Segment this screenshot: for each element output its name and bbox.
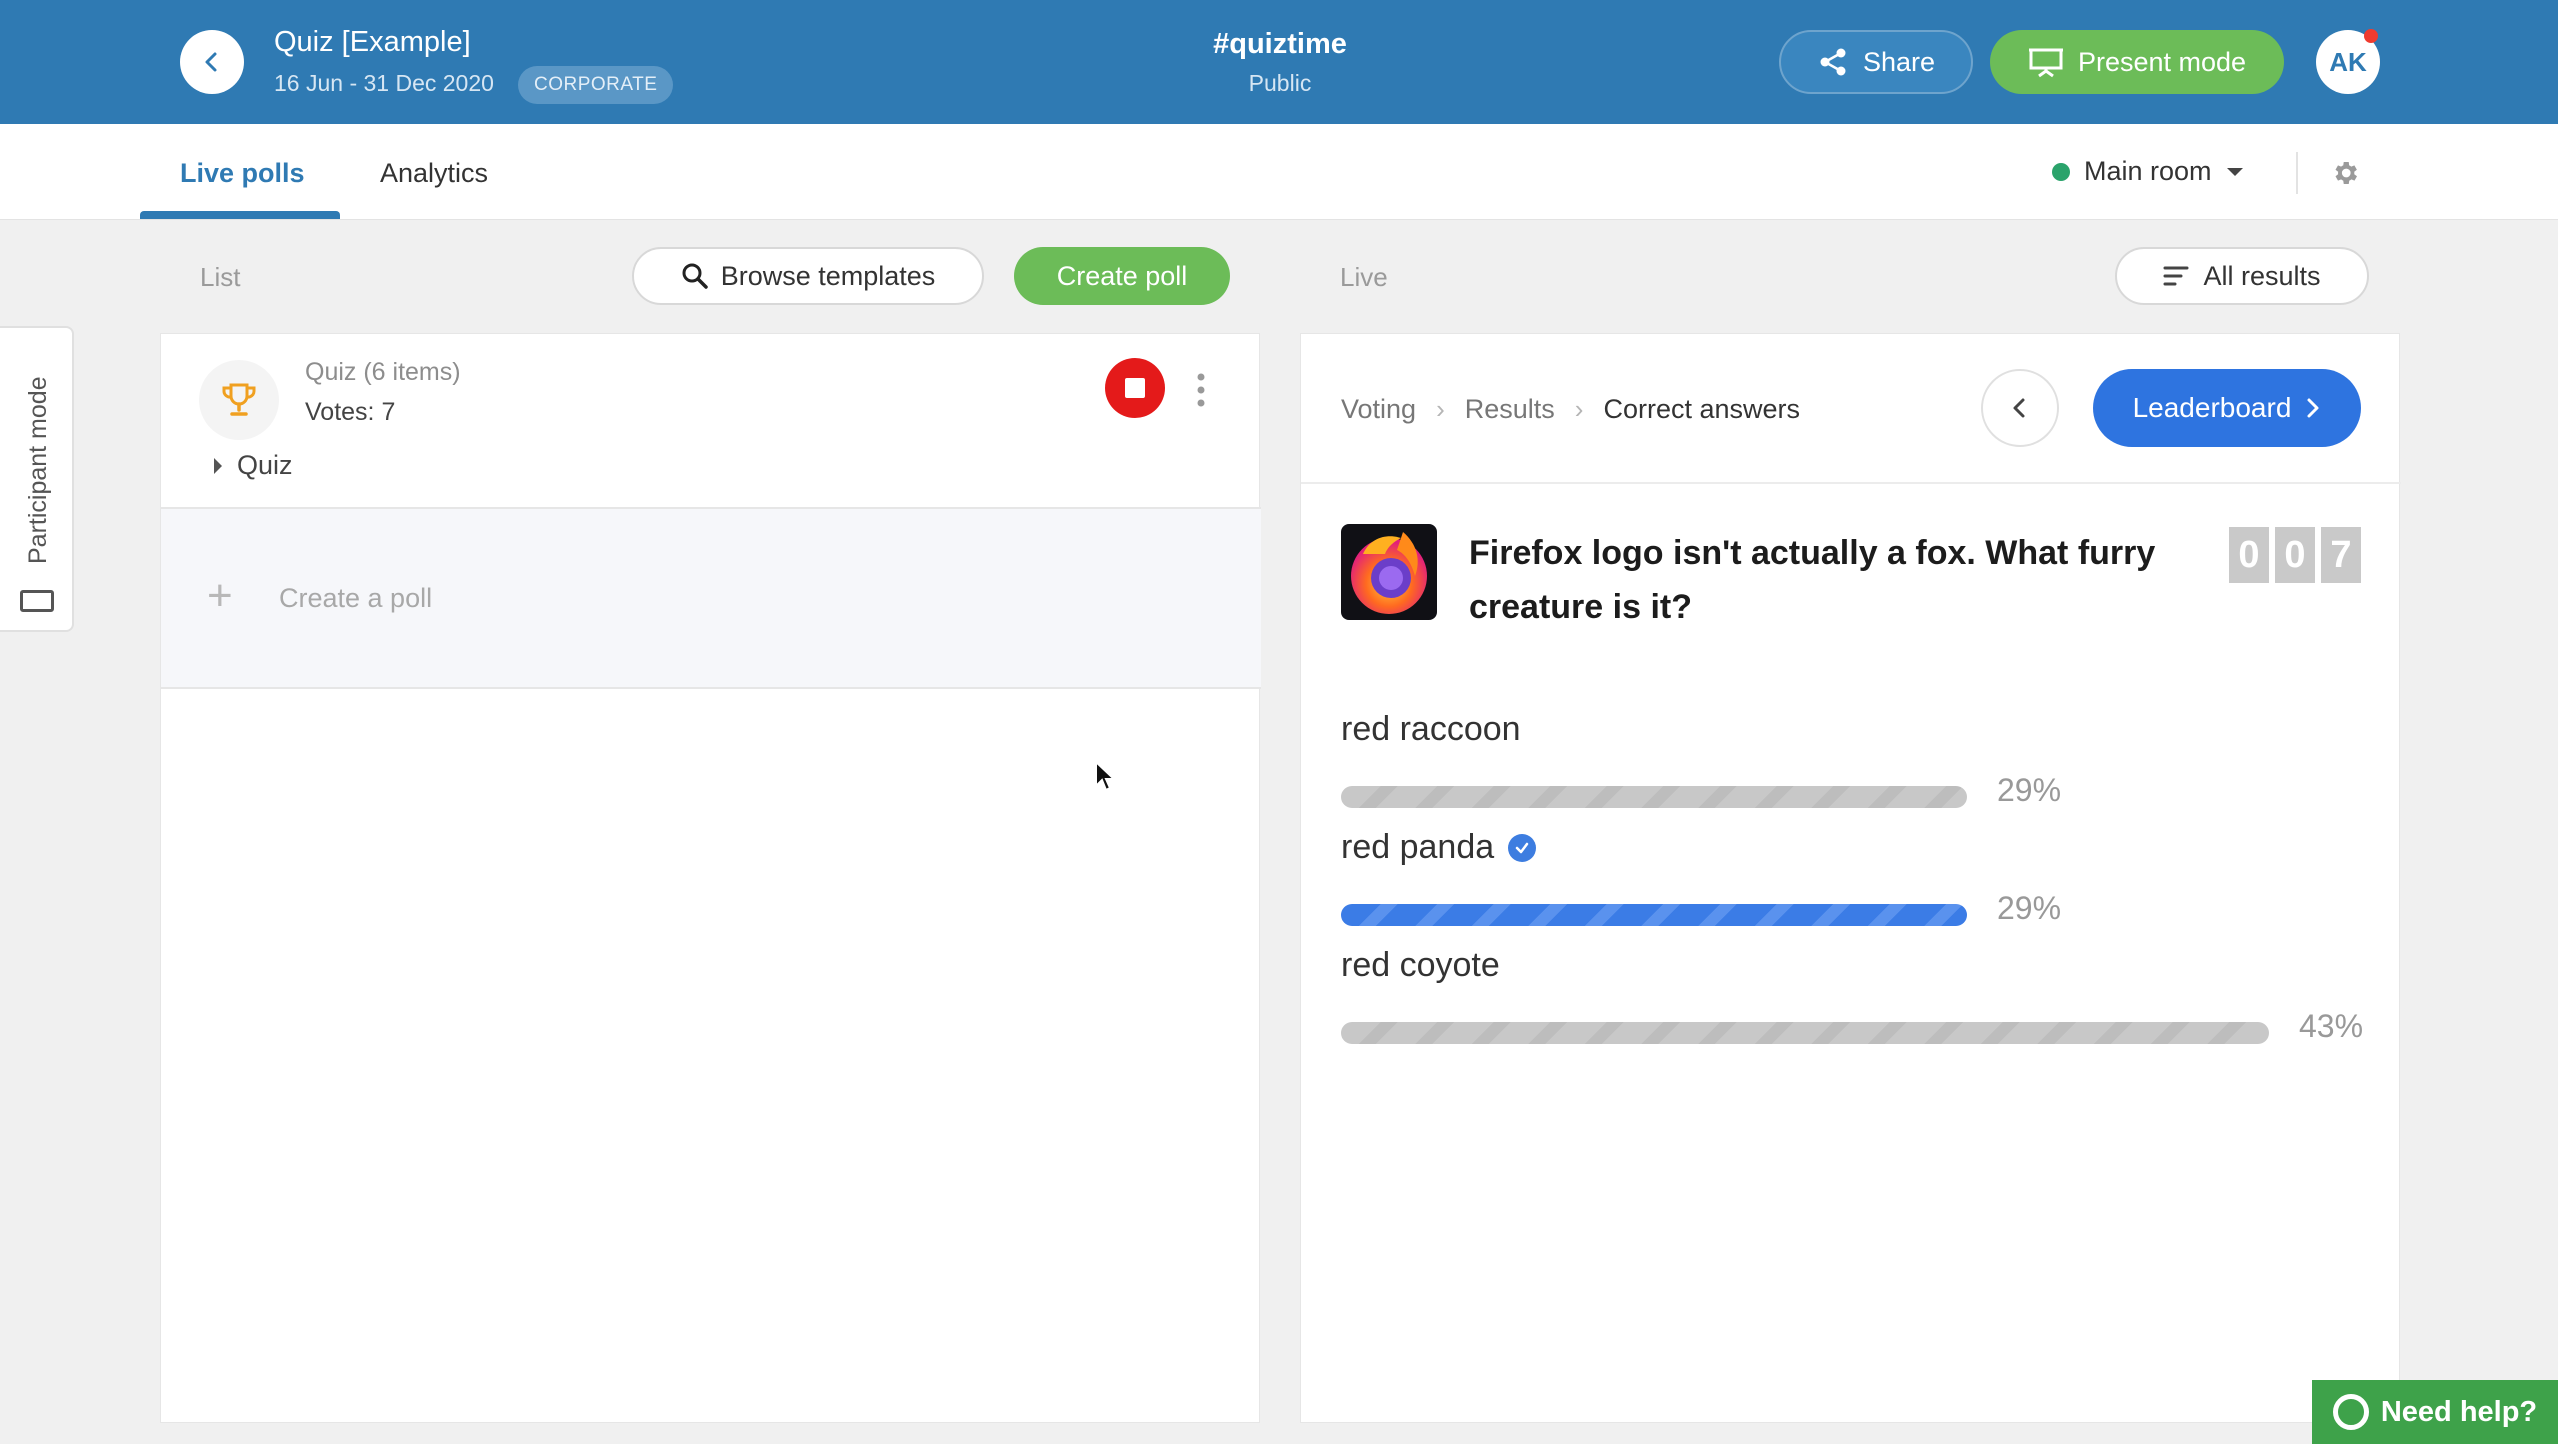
mouse-cursor-icon xyxy=(1095,760,1116,792)
notification-dot xyxy=(2364,29,2378,43)
caret-right-icon xyxy=(214,457,222,474)
presentation-icon xyxy=(2028,48,2063,78)
countdown-timer: 0 0 7 xyxy=(2229,527,2361,583)
previous-button[interactable] xyxy=(1981,369,2059,447)
chevron-right-icon: › xyxy=(1436,394,1445,424)
question-text: Firefox logo isn't actually a fox. What … xyxy=(1469,534,2156,626)
tab-live-polls[interactable]: Live polls xyxy=(180,158,305,189)
answer-label: red panda xyxy=(1341,828,2361,867)
all-results-label: All results xyxy=(2203,260,2321,291)
answer-label: red raccoon xyxy=(1341,710,2361,749)
answer-option: red raccoon 29% xyxy=(1341,710,2361,808)
timer-digit: 7 xyxy=(2321,527,2361,583)
poll-group-toggle[interactable]: Quiz xyxy=(213,450,293,481)
chevron-left-icon xyxy=(2013,398,2025,418)
tab-divider xyxy=(2296,152,2298,194)
live-panel: Voting › Results › Correct answers Leade… xyxy=(1300,333,2401,1423)
live-section-label: Live xyxy=(1340,262,1388,292)
poll-list-panel: Quiz (6 items) Votes: 7 Quiz + Create a … xyxy=(160,333,1261,1423)
leaderboard-button[interactable]: Leaderboard xyxy=(2093,369,2361,447)
back-button[interactable] xyxy=(180,30,244,94)
answer-result: 29% xyxy=(1341,772,2361,812)
event-hashtag: #quiztime xyxy=(1213,28,1347,60)
chat-bubble-icon xyxy=(2332,1394,2369,1430)
poll-list-item[interactable]: Quiz (6 items) Votes: 7 Quiz xyxy=(161,334,1261,509)
poll-type-label: Quiz (6 items) xyxy=(305,358,461,386)
timer-digit: 0 xyxy=(2229,527,2269,583)
event-visibility: Public xyxy=(1248,70,1312,96)
crumb-correct-answers[interactable]: Correct answers xyxy=(1603,394,1800,425)
present-mode-button[interactable]: Present mode xyxy=(1990,30,2284,94)
create-poll-row[interactable]: + Create a poll xyxy=(161,509,1261,689)
need-help-label: Need help? xyxy=(2380,1395,2538,1428)
question-image xyxy=(1341,524,1437,620)
answer-result: 43% xyxy=(1341,1008,2364,1048)
live-panel-divider xyxy=(1301,482,2401,484)
plan-badge: CORPORATE xyxy=(518,66,674,104)
answer-percent: 29% xyxy=(1997,772,2062,808)
poll-group-label: Quiz xyxy=(237,450,293,480)
event-title: Quiz [Example] xyxy=(274,26,471,58)
present-mode-label: Present mode xyxy=(2077,46,2247,77)
tab-bar: Live polls Analytics Main room xyxy=(0,124,2558,220)
stop-poll-button[interactable] xyxy=(1105,358,1165,418)
poll-votes-count: Votes: 7 xyxy=(305,398,396,426)
share-label: Share xyxy=(1862,46,1936,77)
browse-templates-button[interactable]: Browse templates xyxy=(632,247,984,305)
more-vertical-icon[interactable] xyxy=(1191,370,1211,410)
crumb-voting[interactable]: Voting xyxy=(1341,394,1416,425)
answer-percent: 43% xyxy=(2299,1008,2364,1044)
list-section-label: List xyxy=(200,262,241,292)
trophy-icon xyxy=(199,360,279,440)
answer-bar xyxy=(1341,786,1967,808)
gear-icon[interactable] xyxy=(2330,158,2360,188)
caret-down-icon xyxy=(2226,167,2243,176)
chevron-right-icon xyxy=(2307,398,2319,418)
chevron-right-icon: › xyxy=(1574,394,1584,424)
firefox-logo-icon xyxy=(1351,532,1427,614)
share-icon xyxy=(1820,48,1846,76)
answer-bar xyxy=(1341,1022,2269,1044)
room-selector[interactable]: Main room xyxy=(2052,156,2244,187)
answer-option: red coyote 43% xyxy=(1341,946,2363,1044)
answer-text: red raccoon xyxy=(1341,710,1521,748)
plus-icon: + xyxy=(207,571,233,620)
event-dates: 16 Jun - 31 Dec 2020 xyxy=(274,70,494,96)
participant-mode-tab[interactable]: Participant mode xyxy=(0,326,74,632)
answer-percent: 29% xyxy=(1997,890,2062,926)
top-bar: Quiz [Example] 16 Jun - 31 Dec 2020 CORP… xyxy=(0,0,2558,124)
timer-digit: 0 xyxy=(2275,527,2315,583)
create-poll-label: Create a poll xyxy=(279,583,433,613)
tab-analytics[interactable]: Analytics xyxy=(380,158,488,189)
all-results-button[interactable]: All results xyxy=(2115,247,2369,305)
room-status-dot xyxy=(2052,162,2070,181)
answer-bar xyxy=(1341,904,1967,926)
create-poll-button[interactable]: Create poll xyxy=(1014,247,1230,305)
leaderboard-label: Leaderboard xyxy=(2132,392,2292,423)
correct-check-icon xyxy=(1508,833,1537,862)
participant-mode-label: Participant mode xyxy=(24,376,52,564)
need-help-button[interactable]: Need help? xyxy=(2312,1380,2558,1444)
search-icon xyxy=(682,263,708,289)
browse-templates-label: Browse templates xyxy=(720,260,936,291)
answer-option-correct: red panda 29% xyxy=(1341,828,2361,926)
answer-label: red coyote xyxy=(1341,946,2361,985)
room-label: Main room xyxy=(2084,156,2212,186)
filter-lines-icon xyxy=(2163,266,2189,286)
breadcrumb: Voting › Results › Correct answers xyxy=(1341,394,1800,425)
chevron-left-icon xyxy=(205,52,217,72)
answer-result: 29% xyxy=(1341,890,2361,930)
active-tab-indicator xyxy=(140,211,340,219)
device-icon xyxy=(20,590,54,612)
stop-icon xyxy=(1125,378,1145,398)
share-button[interactable]: Share xyxy=(1779,30,1973,94)
answer-text: red panda xyxy=(1341,828,1495,866)
answer-text: red coyote xyxy=(1341,946,1500,984)
crumb-results[interactable]: Results xyxy=(1465,394,1555,425)
